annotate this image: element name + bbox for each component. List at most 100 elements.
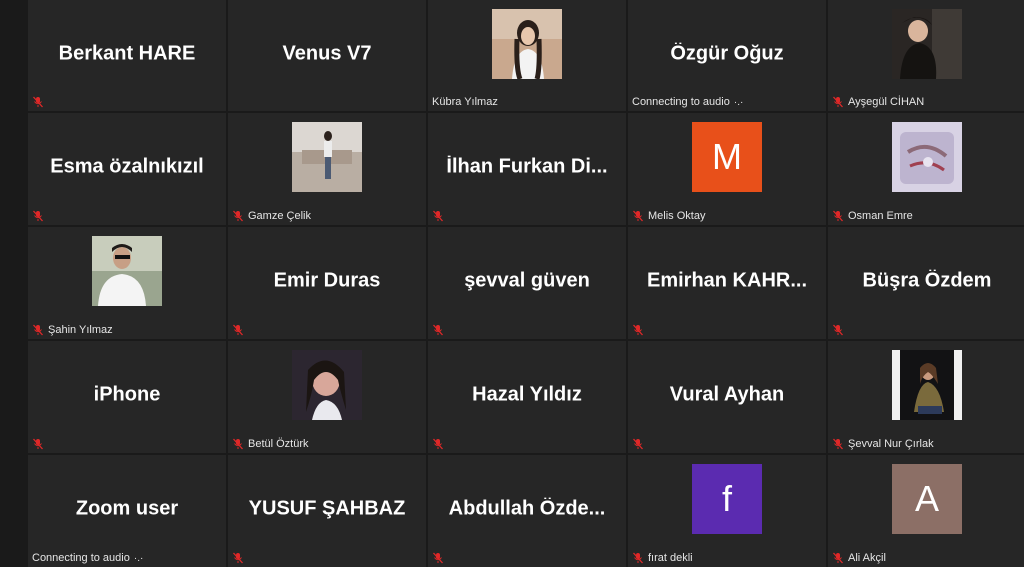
participant-footer: Gamze Çelik xyxy=(232,210,311,222)
participant-name: Osman Emre xyxy=(848,210,913,222)
participant-footer xyxy=(432,210,444,222)
mic-muted-icon xyxy=(233,324,243,336)
participant-display-name: Esma özalnıkızıl xyxy=(50,155,204,178)
mic-muted-icon xyxy=(433,552,443,564)
mic-muted-icon xyxy=(833,210,843,222)
participant-footer xyxy=(432,324,444,336)
mic-muted-icon xyxy=(33,96,43,108)
participant-tile[interactable]: Ayşegül CİHAN xyxy=(828,0,1024,111)
participant-display-name: Emir Duras xyxy=(273,269,381,292)
participant-tile[interactable]: iPhone xyxy=(28,341,226,453)
participant-tile[interactable]: Şahin Yılmaz xyxy=(28,227,226,339)
participant-tile[interactable]: M Melis Oktay xyxy=(628,113,826,225)
participant-footer: Kübra Yılmaz xyxy=(432,96,498,108)
participant-name: Ayşegül CİHAN xyxy=(848,96,925,108)
participant-footer xyxy=(632,438,644,450)
connecting-dots-icon: ·.· xyxy=(733,96,744,108)
participant-footer: Ayşegül CİHAN xyxy=(832,96,924,108)
participant-tile[interactable]: Berkant HARE xyxy=(28,0,226,111)
mic-muted-icon xyxy=(33,438,43,450)
avatar: M xyxy=(692,122,762,192)
participant-display-name: Venus V7 xyxy=(282,42,372,65)
mic-muted-icon xyxy=(833,552,843,564)
participant-tile[interactable]: Özgür Oğuz Connecting to audio ·.· xyxy=(628,0,826,111)
participant-footer: Şevval Nur Çırlak xyxy=(832,438,934,450)
participant-footer: Connecting to audio ·.· xyxy=(32,552,143,564)
participant-tile[interactable]: Betül Öztürk xyxy=(228,341,426,453)
participant-display-name: iPhone xyxy=(93,383,161,406)
mic-muted-icon xyxy=(633,438,643,450)
mic-muted-icon xyxy=(433,324,443,336)
participant-footer xyxy=(32,96,44,108)
mic-muted-icon xyxy=(833,96,843,108)
participant-footer: Melis Oktay xyxy=(632,210,705,222)
participant-name: fırat dekli xyxy=(648,552,693,564)
mic-muted-icon xyxy=(233,438,243,450)
avatar: A xyxy=(892,464,962,534)
avatar: f xyxy=(692,464,762,534)
participant-name: Ali Akçil xyxy=(848,552,886,564)
participant-footer xyxy=(832,324,844,336)
participant-display-name: Berkant HARE xyxy=(58,42,196,65)
participant-footer: Connecting to audio ·.· xyxy=(632,96,743,108)
participant-name: Şahin Yılmaz xyxy=(48,324,113,336)
participant-name: Betül Öztürk xyxy=(248,438,309,450)
participant-tile[interactable]: İlhan Furkan Di... xyxy=(428,113,626,225)
participant-footer: Şahin Yılmaz xyxy=(32,324,113,336)
mic-muted-icon xyxy=(633,552,643,564)
participant-tile[interactable]: Abdullah Özde... xyxy=(428,455,626,567)
participant-tile[interactable]: Zoom user Connecting to audio ·.· xyxy=(28,455,226,567)
participant-tile[interactable]: Venus V7 xyxy=(228,0,426,111)
audio-status: Connecting to audio xyxy=(32,552,130,564)
mic-muted-icon xyxy=(833,438,843,450)
participant-tile[interactable]: Emirhan KAHR... xyxy=(628,227,826,339)
participant-footer: fırat dekli xyxy=(632,552,693,564)
participant-footer xyxy=(32,210,44,222)
mic-muted-icon xyxy=(233,552,243,564)
participant-tile[interactable]: Hazal Yıldız xyxy=(428,341,626,453)
mic-muted-icon xyxy=(433,210,443,222)
participant-display-name: Emirhan KAHR... xyxy=(646,269,808,292)
profile-photo xyxy=(92,236,162,306)
participant-display-name: şevval güven xyxy=(464,269,590,292)
participant-tile[interactable]: Vural Ayhan xyxy=(628,341,826,453)
profile-photo xyxy=(292,122,362,192)
participant-footer xyxy=(632,324,644,336)
participant-footer xyxy=(432,552,444,564)
participant-tile[interactable]: Gamze Çelik xyxy=(228,113,426,225)
participant-display-name: YUSUF ŞAHBAZ xyxy=(248,497,406,520)
participant-tile[interactable]: şevval güven xyxy=(428,227,626,339)
participant-tile[interactable]: Esma özalnıkızıl xyxy=(28,113,226,225)
participant-name: Gamze Çelik xyxy=(248,210,311,222)
participant-tile[interactable]: Osman Emre xyxy=(828,113,1024,225)
participant-name: Melis Oktay xyxy=(648,210,706,222)
participant-tile[interactable]: Emir Duras xyxy=(228,227,426,339)
participant-tile[interactable]: Şevval Nur Çırlak xyxy=(828,341,1024,453)
participant-tile[interactable]: A Ali Akçil xyxy=(828,455,1024,567)
participant-display-name: Abdullah Özde... xyxy=(448,497,606,520)
participant-display-name: Zoom user xyxy=(75,497,179,520)
participant-tile[interactable]: f fırat dekli xyxy=(628,455,826,567)
participant-footer: Betül Öztürk xyxy=(232,438,309,450)
participant-footer xyxy=(432,438,444,450)
participant-tile[interactable]: YUSUF ŞAHBAZ xyxy=(228,455,426,567)
participant-tile[interactable]: Büşra Özdem xyxy=(828,227,1024,339)
profile-photo xyxy=(492,9,562,79)
mic-muted-icon xyxy=(33,324,43,336)
participant-footer xyxy=(32,438,44,450)
participant-display-name: Vural Ayhan xyxy=(669,383,785,406)
participant-footer xyxy=(232,552,244,564)
mic-muted-icon xyxy=(433,438,443,450)
participant-footer: Ali Akçil xyxy=(832,552,886,564)
mic-muted-icon xyxy=(633,324,643,336)
profile-photo xyxy=(892,9,962,79)
mic-muted-icon xyxy=(633,210,643,222)
mic-muted-icon xyxy=(233,210,243,222)
participant-tile[interactable]: Kübra Yılmaz xyxy=(428,0,626,111)
connecting-dots-icon: ·.· xyxy=(133,552,144,564)
participant-display-name: İlhan Furkan Di... xyxy=(446,155,608,178)
profile-photo xyxy=(292,350,362,420)
participant-footer: Osman Emre xyxy=(832,210,913,222)
mic-muted-icon xyxy=(833,324,843,336)
profile-photo xyxy=(892,350,962,420)
